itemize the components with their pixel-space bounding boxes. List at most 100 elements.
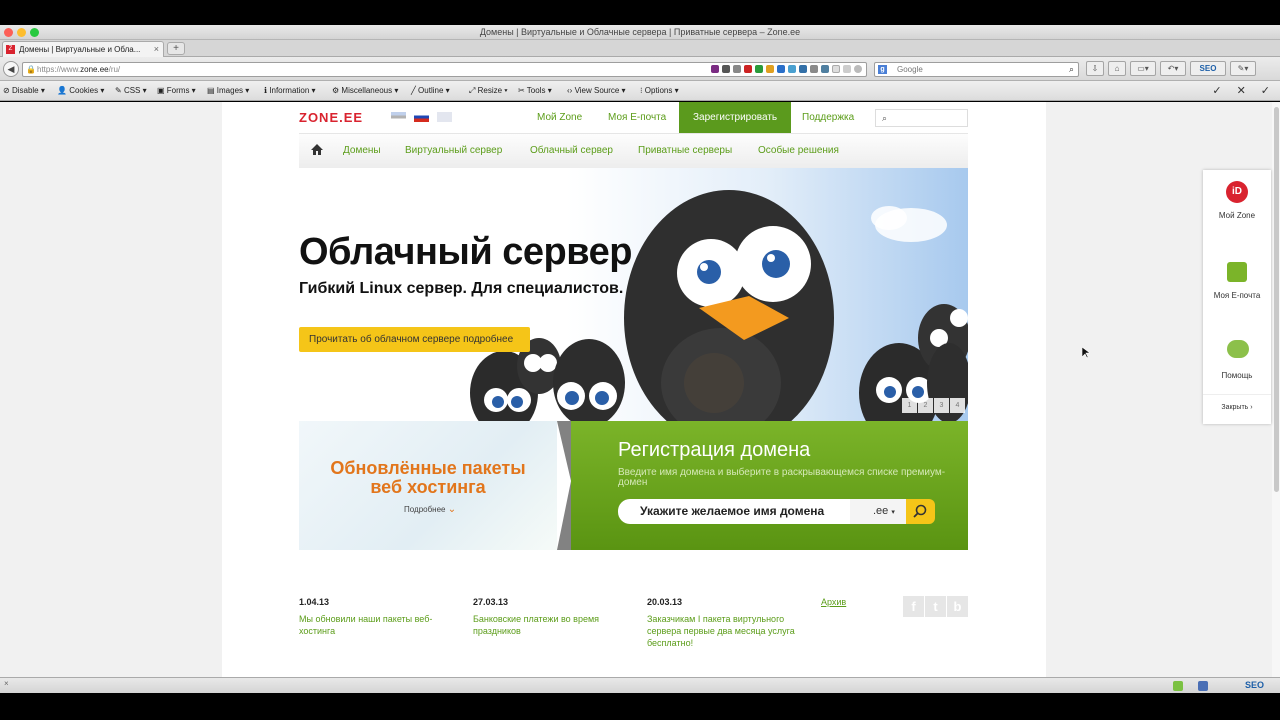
- screenshot-icon[interactable]: ▭▾: [1130, 61, 1156, 76]
- tld-select[interactable]: .ee ▾: [850, 499, 906, 524]
- slide-dot-4[interactable]: 4: [950, 398, 965, 413]
- dev-tools[interactable]: ✂ Tools ▾: [518, 86, 552, 95]
- lock-icon: 🔒: [26, 65, 36, 74]
- bookmark-star-icon[interactable]: [832, 65, 840, 73]
- menu-domains[interactable]: Домены: [343, 145, 381, 156]
- tab-bar: Z Домены | Виртуальные и Обла... × +: [0, 40, 1280, 57]
- menu-virtual-server[interactable]: Виртуальный сервер: [405, 145, 502, 156]
- search-icon[interactable]: ⌕: [1069, 63, 1074, 76]
- domain-subtitle: Введите имя домена и выберите в раскрыва…: [618, 467, 946, 488]
- uk-flag-icon[interactable]: [437, 112, 452, 122]
- panel-my-zone-label[interactable]: Мой Zone: [1203, 210, 1271, 221]
- addon-icon[interactable]: [777, 65, 785, 73]
- back-button[interactable]: ◀: [3, 61, 19, 77]
- check-icon[interactable]: ✓: [1212, 84, 1221, 97]
- reload-icon[interactable]: [854, 65, 862, 73]
- zoom-window-button[interactable]: [30, 28, 39, 37]
- addon-icon[interactable]: [821, 65, 829, 73]
- addon-icon[interactable]: [799, 65, 807, 73]
- news-date: 27.03.13: [473, 597, 509, 607]
- news-link[interactable]: Банковские платежи во время праздников: [473, 613, 623, 637]
- dev-information[interactable]: ℹ Information ▾: [264, 86, 316, 95]
- panel-close-button[interactable]: Закрыть ›: [1203, 402, 1271, 413]
- nav-register-button[interactable]: Зарегистрировать: [679, 102, 792, 133]
- email-icon[interactable]: [1227, 262, 1247, 282]
- twitter-icon[interactable]: t: [925, 596, 946, 617]
- addon-icon[interactable]: [755, 65, 763, 73]
- estonian-flag-icon[interactable]: [391, 112, 406, 122]
- domain-search-button[interactable]: [906, 499, 935, 524]
- addon-status-icon[interactable]: [1173, 681, 1183, 691]
- domain-name-input[interactable]: Укажите желаемое имя домена: [618, 499, 878, 524]
- zone-favicon-icon: Z: [6, 45, 15, 54]
- site-search-input[interactable]: ⌕: [875, 109, 968, 127]
- seo-status-badge[interactable]: SEO: [1245, 680, 1264, 690]
- close-window-button[interactable]: [4, 28, 13, 37]
- tab-title: Домены | Виртуальные и Обла...: [19, 45, 141, 54]
- help-chat-icon[interactable]: [1227, 340, 1249, 358]
- zone-logo[interactable]: ZONE.EE: [299, 110, 363, 125]
- address-bar[interactable]: 🔒 https://www.zone.ee/ru/: [22, 62, 867, 77]
- home-icon[interactable]: [311, 144, 323, 155]
- slide-dot-1[interactable]: 1: [902, 398, 917, 413]
- addon-icon[interactable]: [722, 65, 730, 73]
- addon-status-icon[interactable]: [1198, 681, 1208, 691]
- close-tab-icon[interactable]: ×: [154, 42, 159, 57]
- dropdown-icon[interactable]: [843, 65, 851, 73]
- pen-tool-icon[interactable]: ✎▾: [1230, 61, 1256, 76]
- scrollbar[interactable]: [1272, 102, 1280, 677]
- nav-my-email[interactable]: Моя E-почта: [608, 102, 666, 133]
- google-engine-icon[interactable]: g: [878, 65, 887, 74]
- hosting-more-link[interactable]: Подробнее ⌄: [404, 504, 456, 515]
- addon-icon[interactable]: [810, 65, 818, 73]
- dev-resize[interactable]: ⤢ Resize ▾: [469, 86, 508, 96]
- dev-miscellaneous[interactable]: ⚙ Miscellaneous ▾: [332, 86, 398, 95]
- slide-dot-3[interactable]: 3: [934, 398, 949, 413]
- downloads-icon[interactable]: ⇩: [1086, 61, 1104, 76]
- menu-special-solutions[interactable]: Особые решения: [758, 145, 839, 156]
- panel-help-label[interactable]: Помощь: [1203, 370, 1271, 381]
- archive-link[interactable]: Архив: [821, 597, 846, 607]
- dev-view-source[interactable]: ‹› View Source ▾: [567, 86, 626, 95]
- dev-css[interactable]: ✎ CSS ▾: [115, 86, 147, 95]
- menu-private-servers[interactable]: Приватные серверы: [638, 145, 732, 156]
- close-icon[interactable]: ×: [4, 679, 9, 688]
- addon-icon[interactable]: [766, 65, 774, 73]
- dev-images[interactable]: ▤ Images ▾: [207, 86, 249, 95]
- dev-options[interactable]: ⁝ Options ▾: [640, 86, 679, 95]
- addon-menu-icon[interactable]: ↶▾: [1160, 61, 1186, 76]
- addon-icon[interactable]: [788, 65, 796, 73]
- dev-cookies[interactable]: 👤 Cookies ▾: [57, 86, 104, 95]
- news-link[interactable]: Заказчикам I пакета виртульного сервера …: [647, 613, 812, 649]
- status-bar: × SEO: [0, 677, 1280, 693]
- browser-tab[interactable]: Z Домены | Виртуальные и Обла... ×: [2, 41, 164, 57]
- panel-my-email-label[interactable]: Моя E-почта: [1203, 290, 1271, 301]
- seo-button[interactable]: SEO: [1190, 61, 1226, 76]
- new-tab-button[interactable]: +: [167, 42, 185, 55]
- cloud-server-read-more-button[interactable]: Прочитать об облачном сервере подробнее: [299, 327, 530, 352]
- search-bar[interactable]: g Google ⌕: [874, 62, 1079, 77]
- russian-flag-icon[interactable]: [414, 112, 429, 122]
- home-icon[interactable]: ⌂: [1108, 61, 1126, 76]
- scrollbar-thumb[interactable]: [1274, 107, 1279, 492]
- menu-cloud-server[interactable]: Облачный сервер: [530, 145, 613, 156]
- check-icon[interactable]: ✓: [1261, 84, 1270, 97]
- dev-forms[interactable]: ▣ Forms ▾: [157, 86, 196, 95]
- addon-icon[interactable]: [744, 65, 752, 73]
- nav-support[interactable]: Поддержка: [802, 102, 854, 133]
- blog-icon[interactable]: b: [947, 596, 968, 617]
- close-icon[interactable]: ✕: [1237, 84, 1246, 97]
- nav-my-zone[interactable]: Мой Zone: [537, 102, 582, 133]
- addon-icon[interactable]: [711, 65, 719, 73]
- chevron-down-icon: ▾: [891, 509, 895, 516]
- my-zone-icon[interactable]: iD: [1226, 181, 1248, 203]
- dev-outline[interactable]: ╱ Outline ▾: [411, 86, 450, 95]
- chevron-down-icon: ⌄: [447, 504, 457, 515]
- dev-disable[interactable]: ⊘ Disable ▾: [3, 86, 45, 95]
- news-link[interactable]: Мы обновили наши пакеты веб-хостинга: [299, 613, 459, 637]
- addon-icon[interactable]: [733, 65, 741, 73]
- facebook-icon[interactable]: f: [903, 596, 924, 617]
- minimize-window-button[interactable]: [17, 28, 26, 37]
- slide-dot-2[interactable]: 2: [918, 398, 933, 413]
- chevron-right-icon: ›: [1250, 404, 1253, 411]
